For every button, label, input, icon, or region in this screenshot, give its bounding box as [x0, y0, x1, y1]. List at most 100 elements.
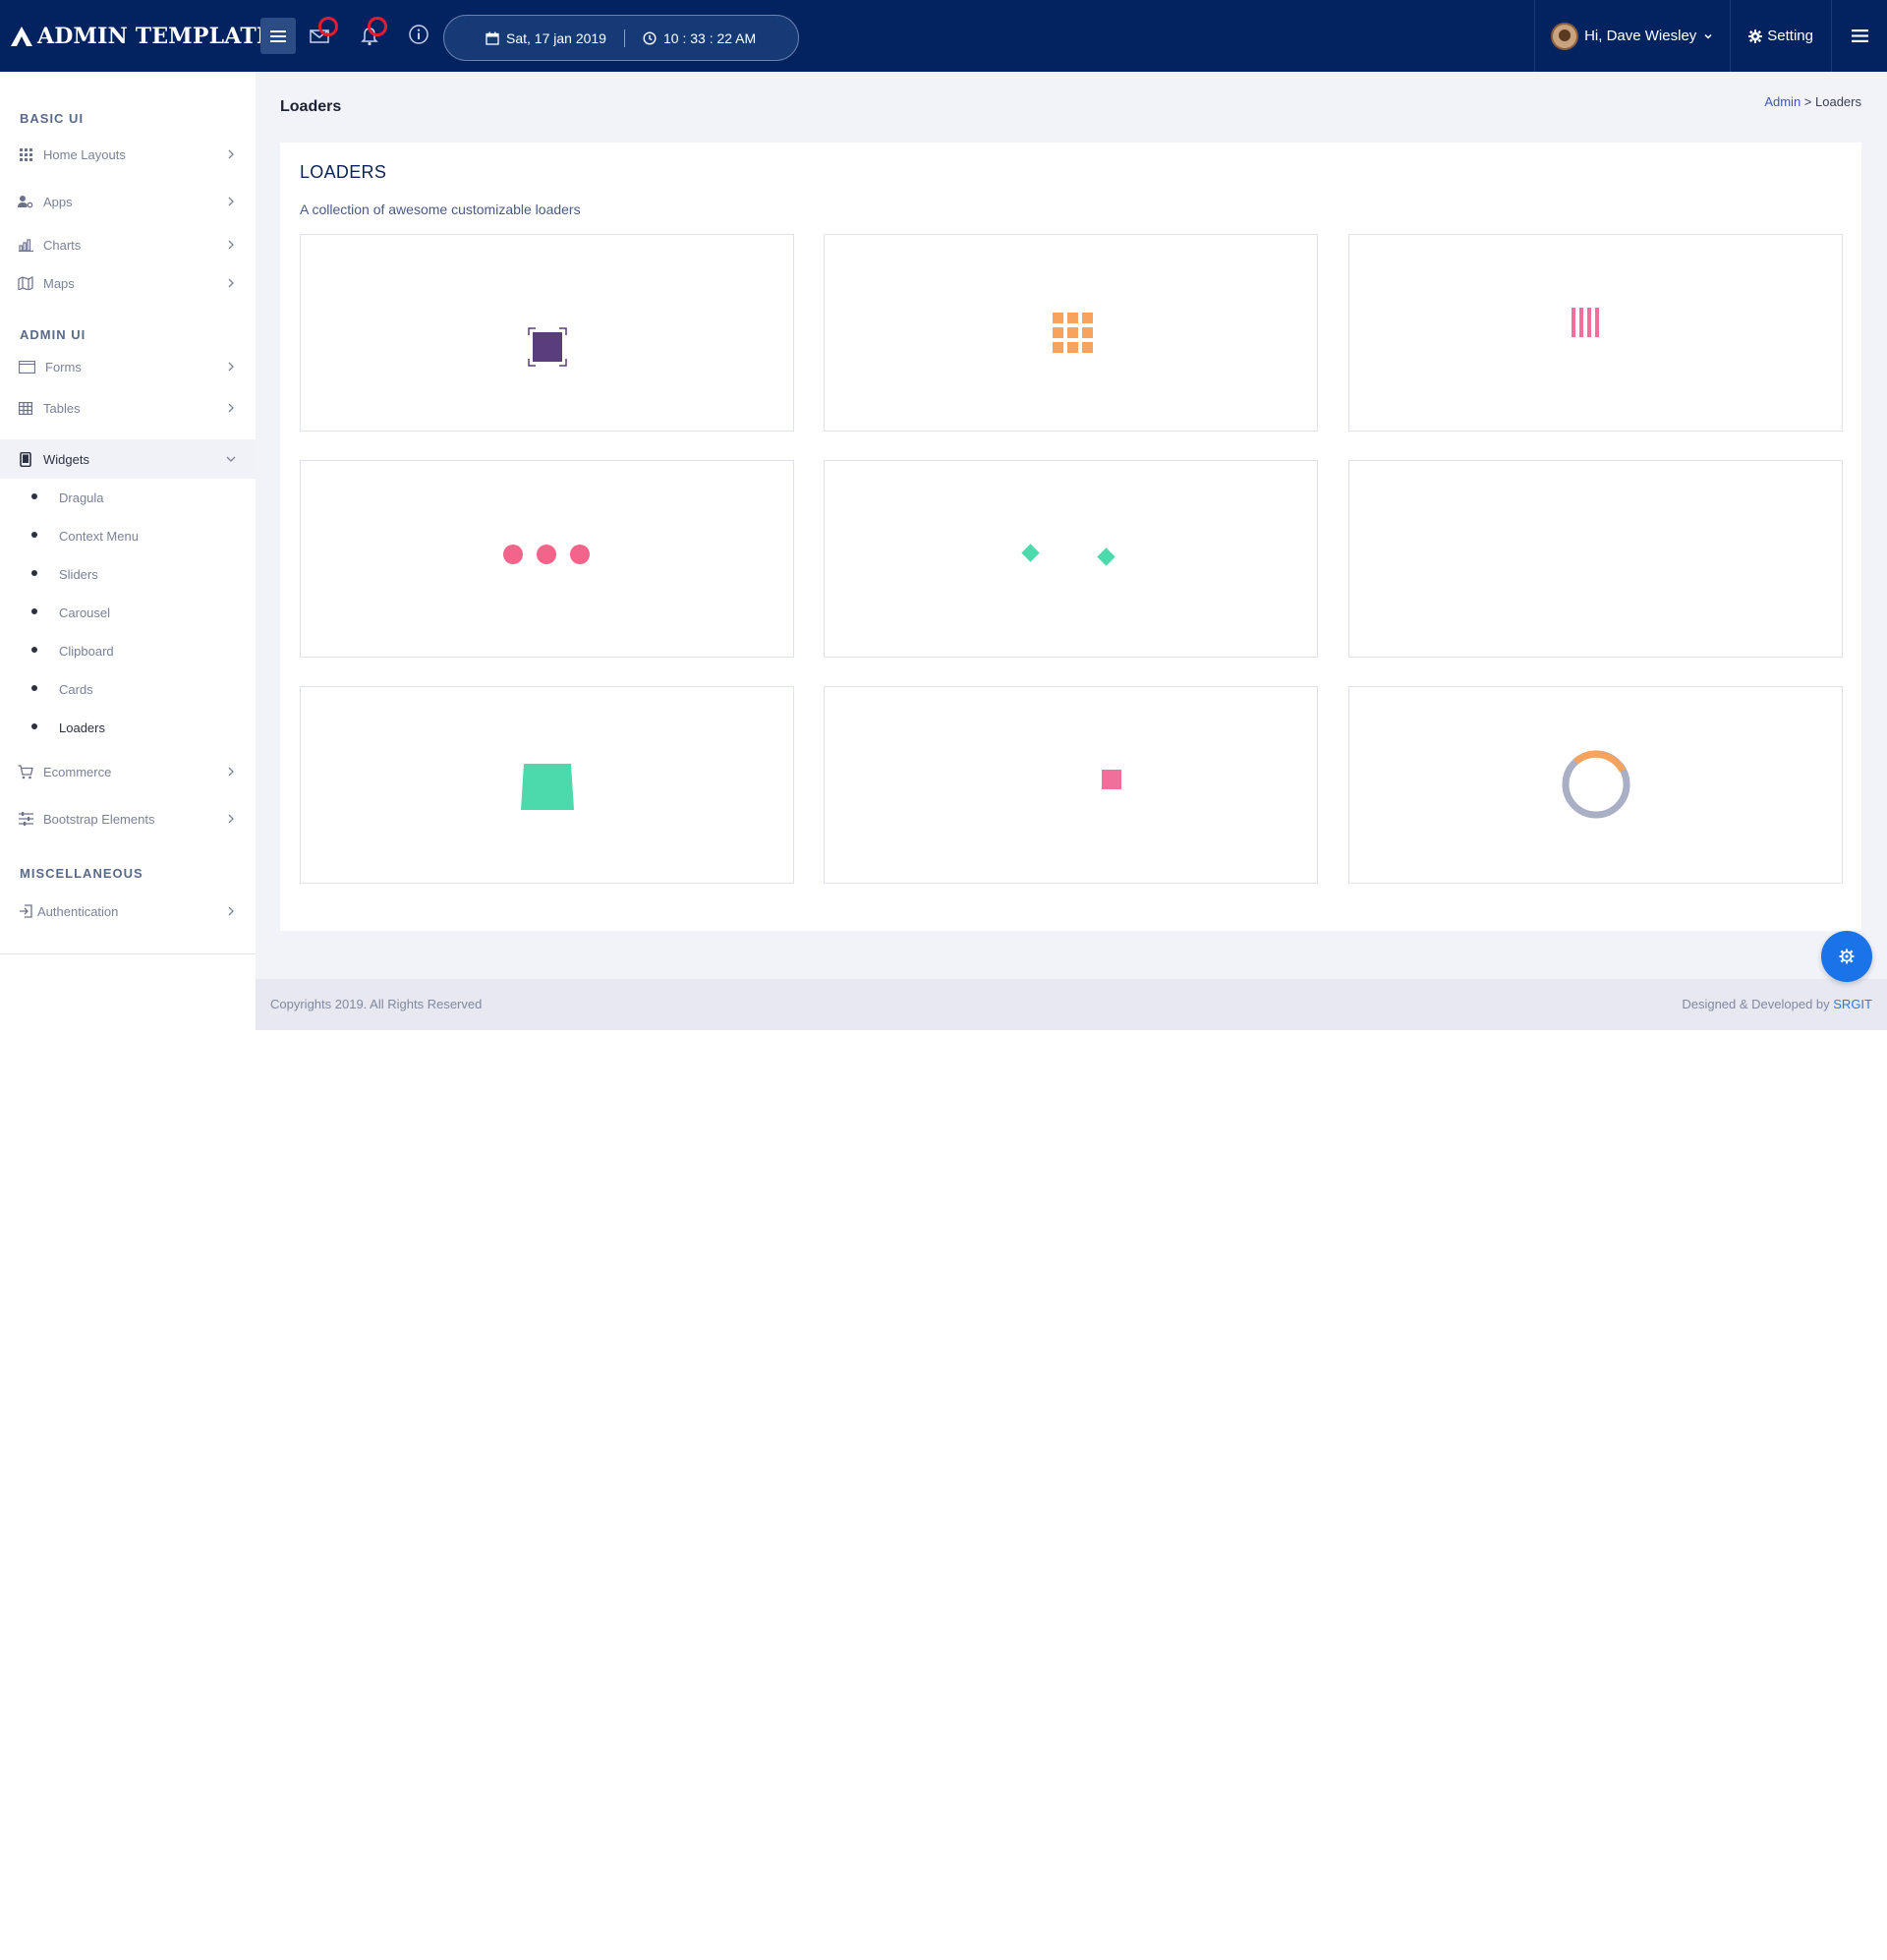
sidebar-item-authentication[interactable]: Authentication [0, 893, 256, 930]
breadcrumb: Admin > Loaders [1764, 94, 1861, 109]
loaders-card: LOADERS A collection of awesome customiz… [280, 143, 1861, 931]
breadcrumb-current: Loaders [1815, 94, 1861, 109]
loader-tile-dots [300, 460, 794, 658]
notifications-badge [368, 17, 387, 36]
hamburger-icon [1851, 29, 1868, 42]
sidebar-subitem-dragula[interactable]: Dragula [0, 483, 256, 512]
sidebar-item-label: Bootstrap Elements [43, 811, 155, 827]
chevron-right-icon [228, 240, 234, 250]
sidebar-item-label: Tables [43, 400, 81, 416]
designer-link[interactable]: SRGIT [1833, 997, 1872, 1011]
date-time-display: Sat, 17 jan 2019 10 : 33 : 22 AM [443, 15, 799, 61]
right-panel-toggle[interactable] [1832, 0, 1887, 72]
top-navbar: ADMIN TEMPLATE Sat, 17 jan 2019 10: 33 … [0, 0, 1887, 72]
chevron-right-icon [228, 403, 234, 413]
chevron-right-icon [228, 278, 234, 288]
loader-tile-diamonds [824, 460, 1318, 658]
chevron-right-icon [228, 362, 234, 372]
loader-tile-small-square [824, 686, 1318, 884]
info-icon [409, 25, 429, 44]
sidebar-item-label: Maps [43, 275, 75, 291]
sidebar: BASIC UI Home Layouts Apps Charts Maps A… [0, 72, 256, 954]
copyright-text: Copyrights 2019. All Rights Reserved [270, 997, 483, 1011]
sidebar-section-miscellaneous: MISCELLANEOUS [20, 866, 143, 881]
sidebar-item-charts[interactable]: Charts [0, 226, 256, 263]
gear-icon [1748, 29, 1763, 43]
chevron-right-icon [228, 149, 234, 159]
credits: Designed & Developed by SRGIT [1682, 997, 1872, 1011]
sidebar-item-label: Charts [43, 237, 82, 253]
topbar-right: Hi, Dave Wiesley Setting [1534, 0, 1887, 72]
time-text: 10 : 33 : 22 AM [662, 29, 757, 46]
breadcrumb-admin-link[interactable]: Admin [1764, 94, 1801, 109]
sidebar-item-home-layouts[interactable]: Home Layouts [0, 136, 256, 173]
sidebar-item-label: Home Layouts [43, 146, 126, 162]
dots-loader [503, 545, 590, 564]
sidebar-item-maps[interactable]: Maps [0, 264, 256, 302]
avatar [1551, 22, 1579, 50]
window-icon [18, 359, 35, 375]
small-square-loader [1102, 770, 1121, 789]
loader-tile-empty [1348, 460, 1843, 658]
sidebar-subitem-carousel[interactable]: Carousel [0, 598, 256, 627]
grid-icon [18, 146, 33, 162]
chevron-down-icon [226, 456, 236, 462]
grid-loader [1053, 313, 1093, 353]
sidebar-item-label: Apps [43, 194, 73, 209]
sidebar-subitem-clipboard[interactable]: Clipboard [0, 636, 256, 665]
calendar-icon [486, 31, 499, 45]
card-subtitle: A collection of awesome customizable loa… [300, 202, 581, 217]
diamonds-loader [1021, 544, 1115, 566]
chevron-down-icon [1704, 33, 1712, 39]
sidebar-item-bootstrap-elements[interactable]: Bootstrap Elements [0, 800, 256, 837]
setting-button[interactable]: Setting [1731, 0, 1832, 72]
sidebar-subitem-context-menu[interactable]: Context Menu [0, 521, 256, 550]
loader-tile-trapezoid [300, 686, 794, 884]
loader-tile-grid [824, 234, 1318, 432]
brand-logo-link[interactable]: ADMIN TEMPLATE [10, 22, 273, 51]
date-text: Sat, 17 jan 2019 [506, 29, 606, 46]
sidebar-section-basic-ui: BASIC UI [20, 111, 85, 126]
card-title: LOADERS [300, 162, 387, 182]
sidebar-section-admin-ui: ADMIN UI [20, 327, 86, 342]
sidebar-subitem-cards[interactable]: Cards [0, 674, 256, 704]
settings-fab-button[interactable] [1821, 931, 1872, 982]
table-icon [18, 400, 33, 416]
map-icon [18, 275, 33, 291]
time-display: 10 : 33 : 22 AM [643, 30, 756, 46]
ring-loader [1562, 750, 1630, 819]
sidebar-item-label: Forms [45, 359, 82, 375]
sliders-icon [18, 811, 33, 827]
user-greeting: Hi, Dave Wiesley [1584, 28, 1697, 44]
sidebar-item-widgets[interactable]: Widgets [0, 439, 256, 479]
messages-badge [318, 17, 338, 36]
mobile-icon [18, 451, 33, 467]
sidebar-item-tables[interactable]: Tables [0, 389, 256, 427]
sidebar-subitem-sliders[interactable]: Sliders [0, 559, 256, 589]
date-time-divider [623, 29, 625, 47]
loader-tile-bars [1348, 234, 1843, 432]
sidebar-item-forms[interactable]: Forms [0, 348, 256, 385]
loader-tile-ring [1348, 686, 1843, 884]
breadcrumb-separator: > [1801, 94, 1816, 109]
page-title: Loaders [280, 98, 342, 115]
sign-in-icon [18, 903, 33, 919]
gear-icon [1839, 949, 1855, 964]
sidebar-item-ecommerce[interactable]: Ecommerce [0, 753, 256, 790]
chevron-right-icon [228, 197, 234, 206]
sidebar-toggle-button[interactable] [260, 18, 296, 54]
bars-loader [1572, 308, 1599, 337]
sidebar-item-label: Widgets [43, 451, 89, 467]
setting-label: Setting [1767, 28, 1813, 44]
user-menu[interactable]: Hi, Dave Wiesley [1534, 0, 1732, 72]
square-corners-loader [528, 327, 567, 367]
credits-text: Designed & Developed by [1682, 997, 1834, 1011]
chevron-right-icon [228, 906, 234, 916]
date-display: Sat, 17 jan 2019 [486, 30, 606, 46]
chevron-right-icon [228, 814, 234, 824]
sidebar-item-label: Ecommerce [43, 764, 112, 779]
user-gear-icon [18, 194, 33, 209]
info-button[interactable] [406, 22, 431, 47]
sidebar-subitem-loaders[interactable]: Loaders [0, 713, 256, 742]
sidebar-item-apps[interactable]: Apps [0, 183, 256, 220]
